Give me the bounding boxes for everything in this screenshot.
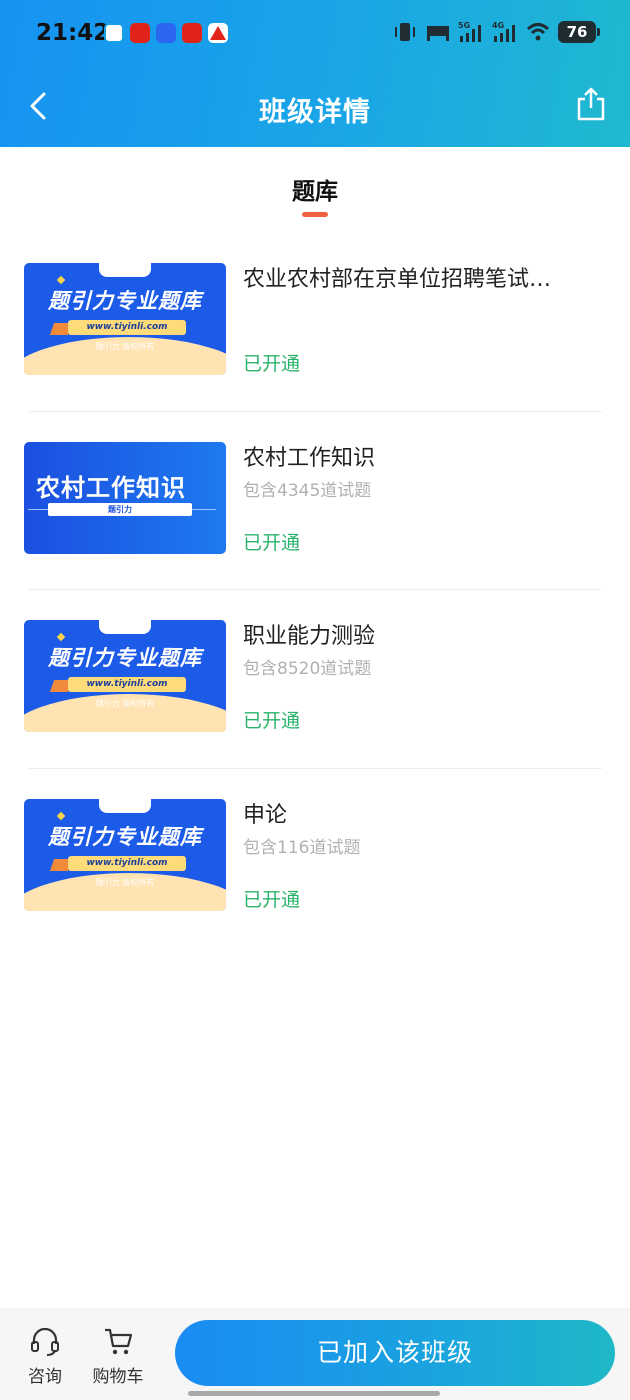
list-item[interactable]: 题引力专业题库 www.tiyinli.com 题引力 版权所有 农业农村部在京… xyxy=(0,232,630,411)
item-info: 职业能力测验 包含8520道试题 已开通 xyxy=(243,622,603,734)
signal-5g-icon: 5G xyxy=(458,21,481,42)
item-title: 农业农村部在京单位招聘笔试… xyxy=(243,267,552,292)
thumb-rights: 题引力 版权所有 xyxy=(95,699,155,708)
svg-text:4G: 4G xyxy=(492,21,504,30)
star-icon xyxy=(56,811,66,820)
cart-button[interactable]: 购物车 xyxy=(88,1326,148,1387)
wifi-icon xyxy=(526,23,550,41)
status-bar: 21:42 5G 4G 76 xyxy=(0,0,630,70)
joined-class-button[interactable]: 已加入该班级 xyxy=(175,1320,615,1386)
cart-label: 购物车 xyxy=(92,1367,144,1387)
item-info: 申论 包含116道试题 已开通 xyxy=(243,801,603,913)
thumb-url: www.tiyinli.com xyxy=(68,677,186,692)
thumb-title: 题引力专业题库 xyxy=(48,824,202,849)
app-icon xyxy=(208,23,228,43)
item-status: 已开通 xyxy=(243,888,301,911)
thumb-url: www.tiyinli.com xyxy=(68,320,186,335)
star-icon xyxy=(56,632,66,642)
tab-label: 题库 xyxy=(292,179,338,205)
item-info: 农业农村部在京单位招聘笔试… 已开通 xyxy=(243,265,603,377)
item-status: 已开通 xyxy=(243,710,301,732)
tab-question-bank[interactable]: 题库 xyxy=(0,172,630,217)
item-status: 已开通 xyxy=(243,531,301,554)
battery-indicator: 76 xyxy=(558,21,600,43)
message-icon xyxy=(104,23,124,43)
share-icon xyxy=(577,87,605,121)
list-item[interactable]: 题引力专业题库 www.tiyinli.com 题引力 版权所有 申论 包含11… xyxy=(0,767,630,947)
thumb-badge xyxy=(99,620,151,634)
item-thumbnail: 题引力专业题库 www.tiyinli.com 题引力 版权所有 xyxy=(24,620,226,732)
nav-bar: 班级详情 xyxy=(0,70,630,147)
xiaohongshu-icon xyxy=(182,23,202,43)
thumb-badge xyxy=(99,263,151,277)
item-thumbnail: 题引力专业题库 www.tiyinli.com 题引力 版权所有 xyxy=(24,798,226,911)
thumb-title: 题引力专业题库 xyxy=(48,289,202,313)
thumb-badge xyxy=(99,798,151,813)
status-time: 21:42 xyxy=(36,20,110,46)
header: 21:42 5G 4G 76 班级详情 xyxy=(0,0,630,147)
thumb-rights: 题引力 版权所有 xyxy=(95,342,155,351)
app-root: 21:42 5G 4G 76 班级详情 题库 题引力专业题库 www.tiyin… xyxy=(0,0,630,1400)
bottom-bar: 咨询 购物车 已加入该班级 xyxy=(0,1308,630,1400)
consult-label: 咨询 xyxy=(28,1367,62,1387)
question-bank-list: 题引力专业题库 www.tiyinli.com 题引力 版权所有 农业农村部在京… xyxy=(0,232,630,946)
signal-4g-icon: 4G xyxy=(492,21,515,42)
xiaohongshu-icon xyxy=(130,23,150,43)
notification-icons xyxy=(104,23,228,43)
item-count: 包含8520道试题 xyxy=(243,659,372,679)
tab-underline xyxy=(302,212,328,217)
svg-text:5G: 5G xyxy=(458,21,470,30)
vibrate-icon xyxy=(395,23,415,41)
star-icon xyxy=(56,275,66,285)
item-count: 包含4345道试题 xyxy=(243,480,372,501)
app-icon xyxy=(156,23,176,43)
consult-button[interactable]: 咨询 xyxy=(15,1326,75,1387)
item-info: 农村工作知识 包含4345道试题 已开通 xyxy=(243,444,603,556)
item-count: 包含116道试题 xyxy=(243,837,361,858)
home-indicator[interactable] xyxy=(188,1391,440,1396)
item-thumbnail: 题引力专业题库 www.tiyinli.com 题引力 版权所有 xyxy=(24,263,226,375)
headset-icon xyxy=(31,1327,59,1356)
thumb-bar: 题引力 xyxy=(48,502,192,516)
thumb-title: 农村工作知识 xyxy=(36,473,186,502)
item-status: 已开通 xyxy=(243,353,301,375)
system-icons: 5G 4G 76 xyxy=(392,21,600,43)
thumb-url: www.tiyinli.com xyxy=(68,855,186,871)
share-button[interactable] xyxy=(574,86,608,122)
cart-icon xyxy=(105,1328,133,1355)
list-item[interactable]: 题引力专业题库 www.tiyinli.com 题引力 版权所有 职业能力测验 … xyxy=(0,589,630,768)
item-title: 申论 xyxy=(243,802,288,828)
item-thumbnail: 农村工作知识 题引力 xyxy=(24,441,226,554)
thumb-rights: 题引力 版权所有 xyxy=(95,877,155,887)
item-title: 职业能力测验 xyxy=(243,624,376,649)
page-title: 班级详情 xyxy=(259,97,371,128)
list-item[interactable]: 农村工作知识 题引力 农村工作知识 包含4345道试题 已开通 xyxy=(0,410,630,590)
thumb-title: 题引力专业题库 xyxy=(48,646,202,670)
bed-icon xyxy=(427,26,449,41)
item-title: 农村工作知识 xyxy=(243,445,376,471)
